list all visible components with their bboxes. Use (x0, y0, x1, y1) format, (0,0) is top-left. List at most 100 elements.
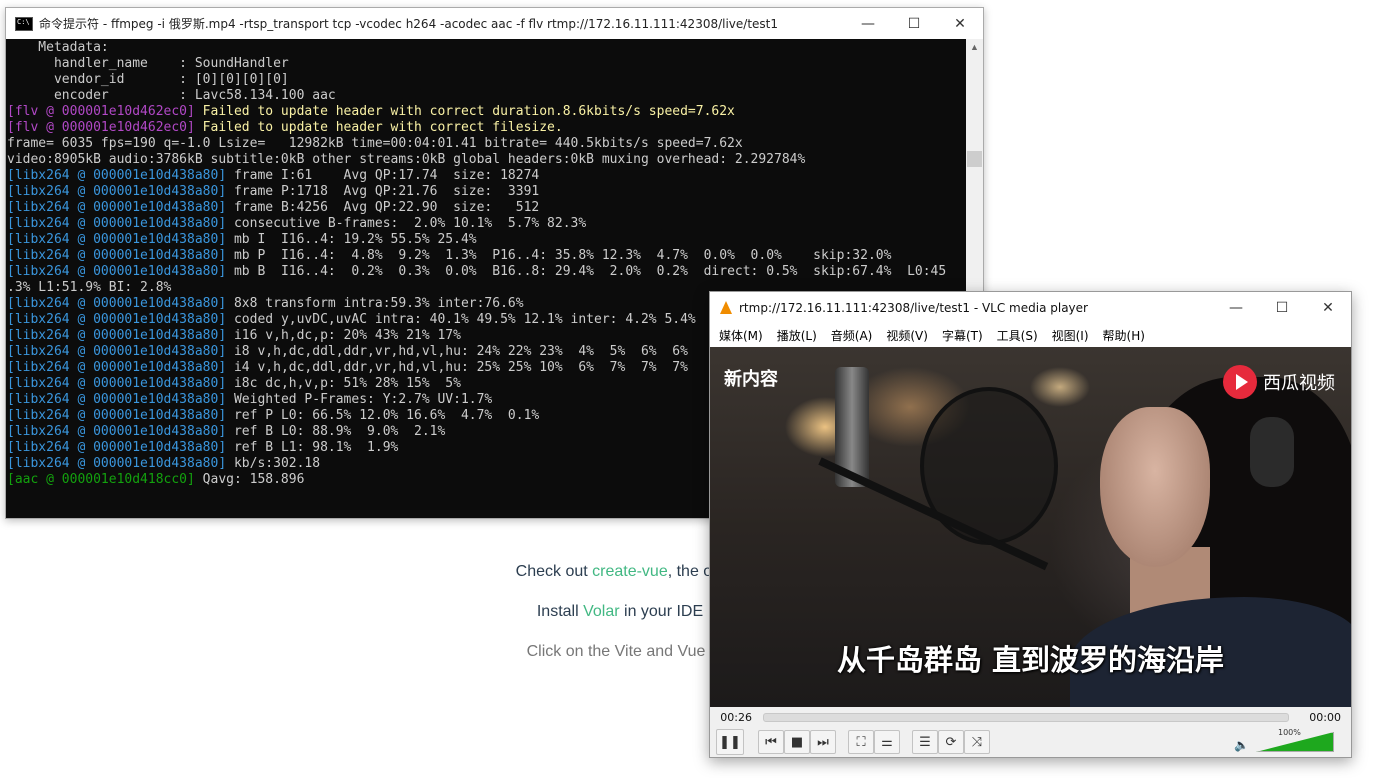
shuffle-icon[interactable]: ⤨ (964, 730, 990, 754)
log-message: video:8905kB audio:3786kB subtitle:0kB o… (7, 152, 806, 167)
menu-playback[interactable]: 播放(L) (777, 327, 817, 344)
cmd-window-title: 命令提示符 - ffmpeg -i 俄罗斯.mp4 -rtsp_transpor… (39, 17, 779, 31)
log-source-tag: [libx264 @ 000001e10d438a80] (7, 344, 227, 359)
vlc-maximize-button[interactable]: ☐ (1259, 292, 1305, 323)
log-message: frame B:4256 Avg QP:22.90 size: 512 (226, 200, 540, 215)
menu-subtitle[interactable]: 字幕(T) (942, 327, 983, 344)
terminal-line: encoder : Lavc58.134.100 aac (7, 88, 966, 104)
log-message: handler_name : SoundHandler (7, 56, 289, 71)
log-message: vendor_id : [0][0][0][0] (7, 72, 289, 87)
log-message: consecutive B-frames: 2.0% 10.1% 5.7% 82… (226, 216, 587, 231)
cmd-close-button[interactable]: ✕ (937, 8, 983, 39)
watermark-right-text: 西瓜视频 (1263, 373, 1335, 394)
seek-row: 00:26 00:00 (710, 707, 1351, 727)
menu-view[interactable]: 视图(I) (1052, 327, 1089, 344)
log-source-tag: [libx264 @ 000001e10d438a80] (7, 424, 227, 439)
cmd-maximize-button[interactable]: ☐ (891, 8, 937, 39)
log-message: Qavg: 158.896 (194, 472, 305, 487)
volume-slider[interactable]: 100% (1256, 728, 1334, 752)
log-message: Failed to update header with correct fil… (194, 120, 563, 135)
terminal-line: [libx264 @ 000001e10d438a80] mb B I16..4… (7, 264, 966, 280)
log-source-tag: [libx264 @ 000001e10d438a80] (7, 216, 227, 231)
video-subtitle: 从千岛群岛 直到波罗的海沿岸 (836, 643, 1225, 677)
log-message: frame= 6035 fps=190 q=-1.0 Lsize= 12982k… (7, 136, 743, 151)
vlc-minimize-button[interactable]: — (1213, 292, 1259, 323)
next-icon[interactable]: ⏭ (810, 730, 836, 754)
log-message: frame I:61 Avg QP:17.74 size: 18274 (226, 168, 540, 183)
log-message: ref B L0: 88.9% 9.0% 2.1% (226, 424, 446, 439)
menu-tools[interactable]: 工具(S) (997, 327, 1038, 344)
stop-icon[interactable]: ■ (784, 730, 810, 754)
vlc-titlebar[interactable]: rtmp://172.16.11.111:42308/live/test1 - … (710, 292, 1351, 323)
speaker-icon[interactable]: 🔈 (1234, 738, 1249, 752)
log-message: Metadata: (7, 40, 109, 55)
log-message: mb I I16..4: 19.2% 55.5% 25.4% (226, 232, 477, 247)
watermark-right: 西瓜视频 (1223, 365, 1335, 399)
watermark-left: 新内容 (724, 369, 778, 390)
menu-help[interactable]: 帮助(H) (1103, 327, 1145, 344)
seek-slider[interactable] (763, 712, 1289, 722)
log-message: coded y,uvDC,uvAC intra: 40.1% 49.5% 12.… (226, 312, 696, 327)
terminal-line: Metadata: (7, 40, 966, 56)
extended-settings-icon[interactable]: ⚌ (874, 730, 900, 754)
log-source-tag: [libx264 @ 000001e10d438a80] (7, 296, 227, 311)
time-total: 00:00 (1309, 710, 1341, 724)
cmd-minimize-button[interactable]: — (845, 8, 891, 39)
fullscreen-icon[interactable]: ⛶ (848, 730, 874, 754)
log-message: encoder : Lavc58.134.100 aac (7, 88, 336, 103)
xigua-play-icon (1223, 365, 1257, 399)
terminal-line: [libx264 @ 000001e10d438a80] mb I I16..4… (7, 232, 966, 248)
headphone (1250, 417, 1294, 487)
volar-link[interactable]: Volar (583, 603, 619, 620)
log-message: mb P I16..4: 4.8% 9.2% 1.3% P16..4: 35.8… (226, 248, 892, 263)
bg-text: in your IDE (619, 603, 704, 620)
vlc-window: rtmp://172.16.11.111:42308/live/test1 - … (709, 291, 1352, 758)
create-vue-link[interactable]: create-vue (592, 563, 668, 580)
terminal-line: [libx264 @ 000001e10d438a80] consecutive… (7, 216, 966, 232)
log-source-tag: [libx264 @ 000001e10d438a80] (7, 328, 227, 343)
terminal-line: frame= 6035 fps=190 q=-1.0 Lsize= 12982k… (7, 136, 966, 152)
log-source-tag: [libx264 @ 000001e10d438a80] (7, 408, 227, 423)
terminal-line: [flv @ 000001e10d462ec0] Failed to updat… (7, 120, 966, 136)
log-source-tag: [libx264 @ 000001e10d438a80] (7, 200, 227, 215)
vlc-close-button[interactable]: ✕ (1305, 292, 1351, 323)
log-message: i8 v,h,dc,ddl,ddr,vr,hd,vl,hu: 24% 22% 2… (226, 344, 688, 359)
log-source-tag: [libx264 @ 000001e10d438a80] (7, 392, 227, 407)
terminal-line: [libx264 @ 000001e10d438a80] frame I:61 … (7, 168, 966, 184)
playlist-icon[interactable]: ☰ (912, 730, 938, 754)
terminal-line: vendor_id : [0][0][0][0] (7, 72, 966, 88)
loop-icon[interactable]: ⟳ (938, 730, 964, 754)
log-source-tag: [flv @ 000001e10d462ec0] (7, 104, 195, 119)
terminal-line: video:8905kB audio:3786kB subtitle:0kB o… (7, 152, 966, 168)
pause-button[interactable]: ❚❚ (716, 729, 744, 755)
log-message: i4 v,h,dc,ddl,ddr,vr,hd,vl,hu: 25% 25% 1… (226, 360, 688, 375)
control-bar: ❚❚ ⏮ ■ ⏭ ⛶ ⚌ ☰ ⟳ ⤨ 🔈 100% (710, 727, 1351, 757)
scroll-thumb[interactable] (967, 151, 982, 167)
previous-icon[interactable]: ⏮ (758, 730, 784, 754)
terminal-line: [flv @ 000001e10d462ec0] Failed to updat… (7, 104, 966, 120)
log-source-tag: [aac @ 000001e10d418cc0] (7, 472, 195, 487)
log-source-tag: [libx264 @ 000001e10d438a80] (7, 264, 227, 279)
vlc-cone-icon (720, 301, 732, 314)
log-message: 8x8 transform intra:59.3% inter:76.6% (226, 296, 524, 311)
log-source-tag: [libx264 @ 000001e10d438a80] (7, 168, 227, 183)
bg-text: Check out (515, 563, 593, 580)
vlc-window-title: rtmp://172.16.11.111:42308/live/test1 - … (739, 300, 1088, 315)
log-message: frame P:1718 Avg QP:21.76 size: 3391 (226, 184, 540, 199)
log-source-tag: [libx264 @ 000001e10d438a80] (7, 184, 227, 199)
singer-face (1100, 407, 1210, 567)
video-frame[interactable]: 新内容 西瓜视频 从千岛群岛 直到波罗的海沿岸 (710, 347, 1351, 707)
menu-audio[interactable]: 音频(A) (831, 327, 873, 344)
scroll-up-arrow-icon[interactable]: ▲ (966, 39, 983, 56)
menu-video[interactable]: 视频(V) (886, 327, 928, 344)
log-source-tag: [libx264 @ 000001e10d438a80] (7, 312, 227, 327)
cmd-titlebar[interactable]: 命令提示符 - ffmpeg -i 俄罗斯.mp4 -rtsp_transpor… (6, 8, 983, 39)
time-elapsed: 00:26 (720, 710, 752, 724)
terminal-line: handler_name : SoundHandler (7, 56, 966, 72)
log-source-tag: [flv @ 000001e10d462ec0] (7, 120, 195, 135)
menu-media[interactable]: 媒体(M) (719, 327, 763, 344)
terminal-line: [libx264 @ 000001e10d438a80] frame P:171… (7, 184, 966, 200)
log-message: i16 v,h,dc,p: 20% 43% 21% 17% (226, 328, 461, 343)
log-source-tag: [libx264 @ 000001e10d438a80] (7, 376, 227, 391)
log-message: mb B I16..4: 0.2% 0.3% 0.0% B16..8: 29.4… (226, 264, 947, 279)
